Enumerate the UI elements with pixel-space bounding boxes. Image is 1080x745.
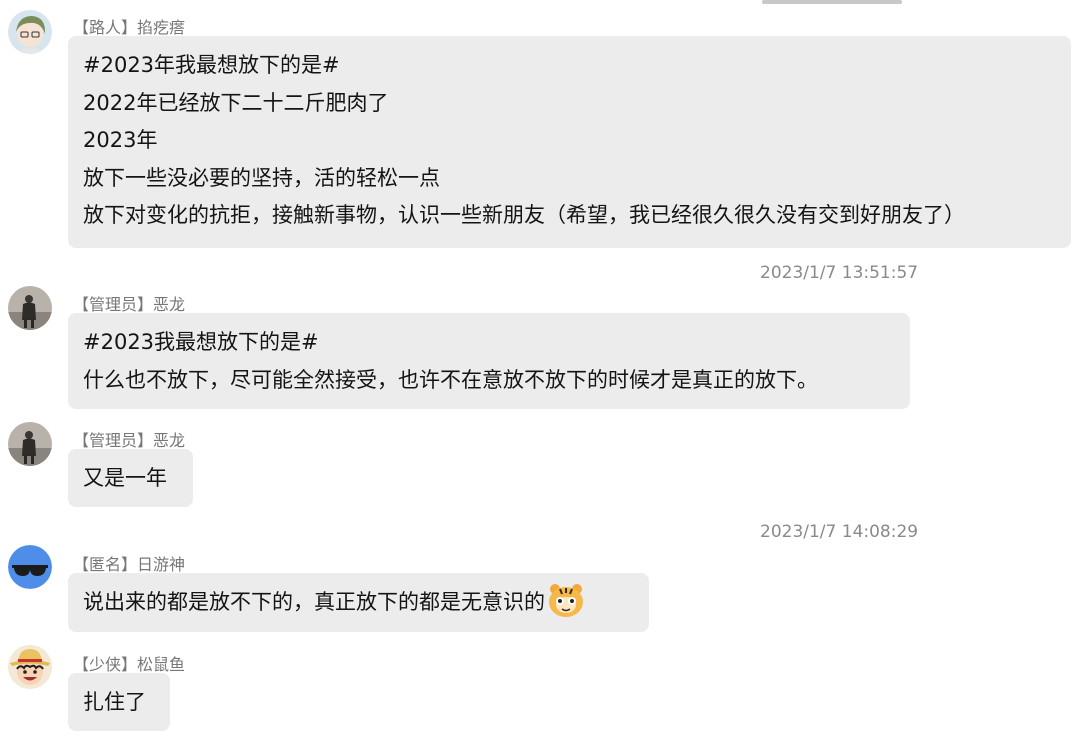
avatar[interactable]: [8, 645, 52, 689]
sender-name[interactable]: 【管理员】恶龙: [73, 427, 185, 451]
message-bubble[interactable]: 又是一年: [68, 449, 193, 507]
avatar[interactable]: [8, 10, 52, 54]
message-bubble[interactable]: 说出来的都是放不下的，真正放下的都是无意识的: [68, 573, 649, 632]
tiger-face-emoji-icon: [549, 584, 583, 617]
avatar[interactable]: [8, 545, 52, 589]
avatar-photo-icon: [8, 422, 52, 466]
avatar-anime-girl-icon: [8, 10, 52, 54]
message-line: 放下对变化的抗拒，接触新事物，认识一些新朋友（希望，我已经很久很久没有交到好朋友…: [83, 203, 965, 227]
message-line: #2023年我最想放下的是#: [83, 53, 340, 77]
message-line: 又是一年: [83, 466, 167, 490]
message-line: 扎住了: [83, 690, 146, 714]
message-line: 2023年: [83, 128, 158, 152]
message-bubble[interactable]: #2023年我最想放下的是# 2022年已经放下二十二斤肥肉了 2023年 放下…: [68, 36, 1071, 248]
avatar-photo-icon: [8, 286, 52, 330]
message-line: 放下一些没必要的坚持，活的轻松一点: [83, 165, 440, 190]
message-line: 说出来的都是放不下的，真正放下的都是无意识的: [83, 584, 634, 622]
message-line: 2022年已经放下二十二斤肥肉了: [83, 90, 389, 115]
avatar[interactable]: [8, 422, 52, 466]
timestamp: 2023/1/7 14:08:29: [760, 522, 919, 542]
timestamp: 2023/1/7 13:51:57: [760, 263, 919, 283]
sender-name[interactable]: 【路人】掐疙瘩: [73, 14, 185, 38]
message-bubble[interactable]: 扎住了: [68, 673, 170, 731]
sender-name[interactable]: 【少侠】松鼠鱼: [73, 651, 185, 675]
sender-name[interactable]: 【管理员】恶龙: [73, 291, 185, 315]
avatar[interactable]: [8, 286, 52, 330]
message-line: 什么也不放下，尽可能全然接受，也许不在意放不放下的时候才是真正的放下。: [83, 367, 818, 392]
message-text: 说出来的都是放不下的，真正放下的都是无意识的: [83, 590, 545, 614]
message-line: #2023我最想放下的是#: [83, 330, 319, 354]
avatar-sunglasses-icon: [8, 545, 52, 589]
timestamp-top-cropped: [762, 0, 912, 4]
avatar-straw-hat-icon: [8, 645, 52, 689]
message-bubble[interactable]: #2023我最想放下的是# 什么也不放下，尽可能全然接受，也许不在意放不放下的时…: [68, 313, 910, 409]
sender-name[interactable]: 【匿名】日游神: [73, 551, 185, 575]
